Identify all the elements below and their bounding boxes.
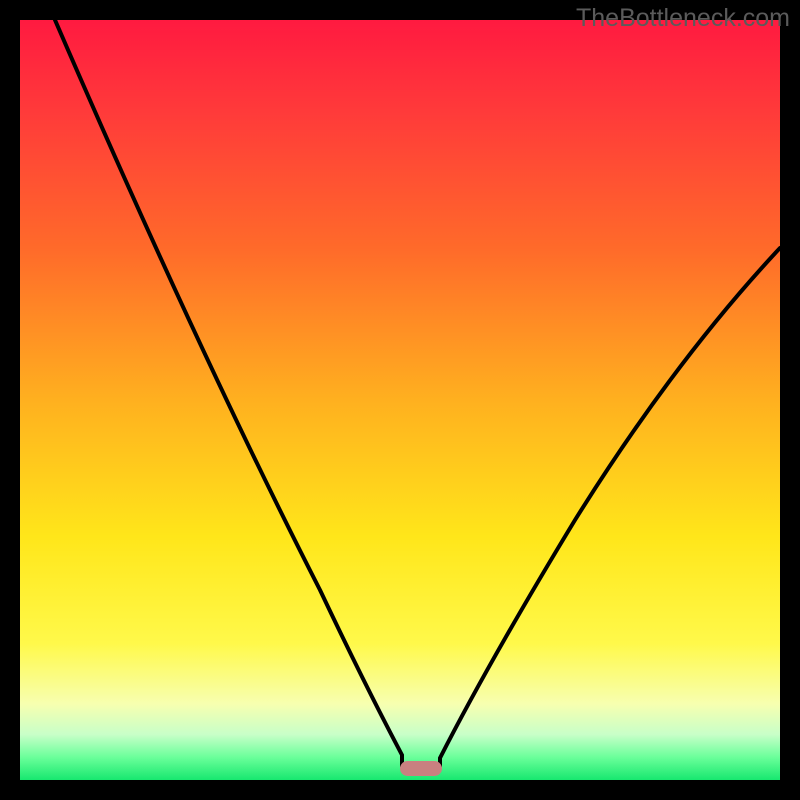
watermark-text: TheBottleneck.com (576, 4, 790, 33)
chart-container: TheBottleneck.com (0, 0, 800, 800)
optimal-marker (400, 761, 442, 776)
bottleneck-chart (20, 20, 780, 780)
heat-gradient-background (20, 20, 780, 780)
